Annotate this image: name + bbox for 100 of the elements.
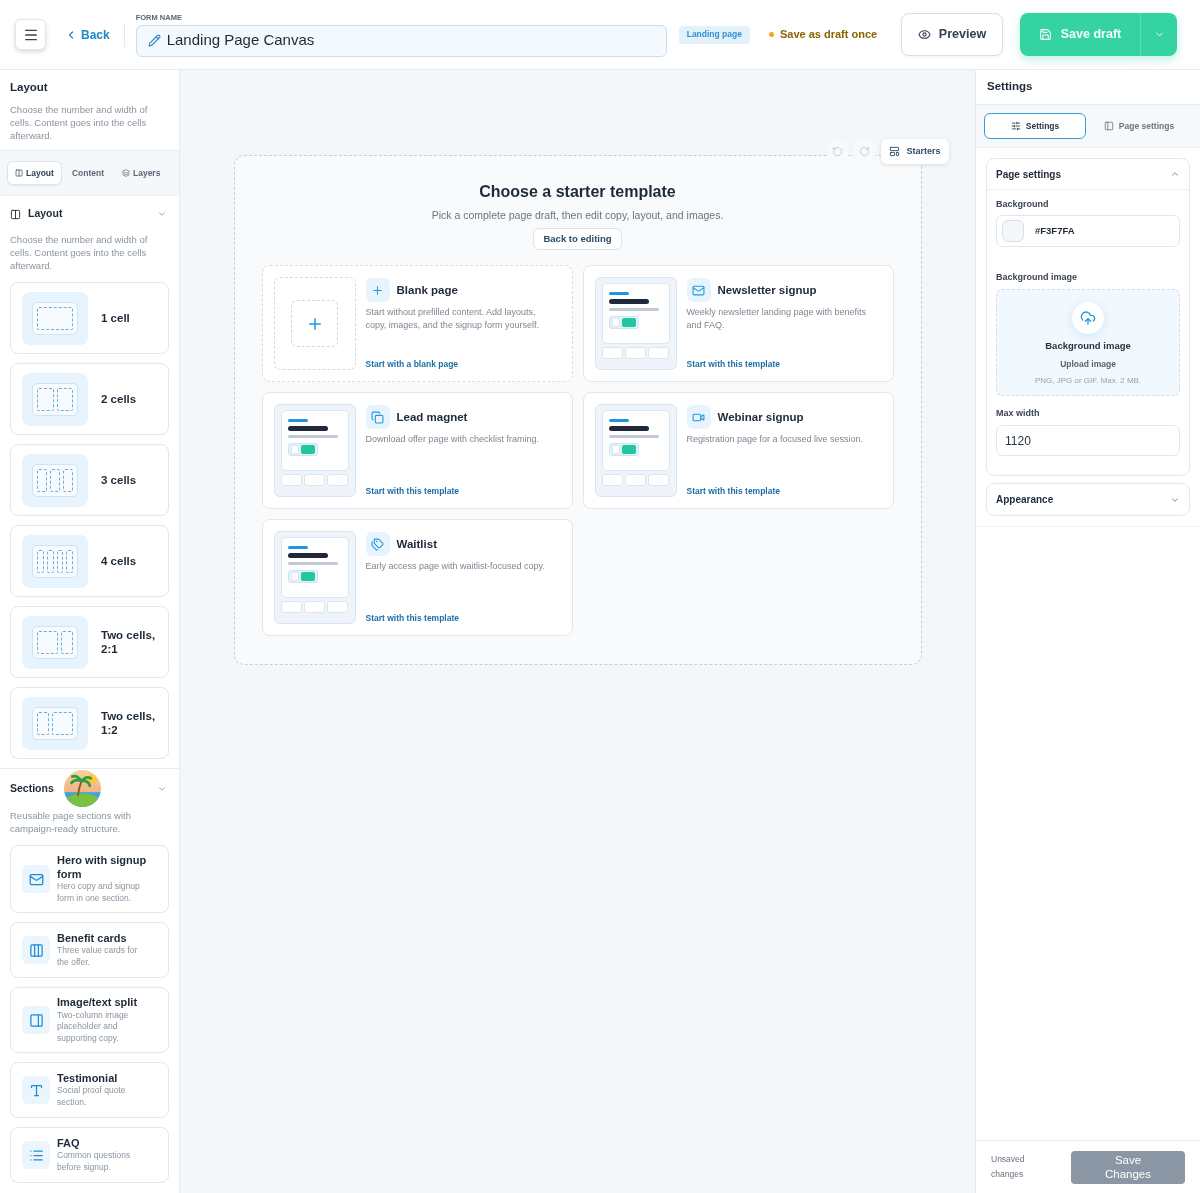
form-name-field[interactable]: Landing Page Canvas — [135, 24, 667, 57]
template-card[interactable]: Lead magnet Download offer page with checklist framing. Start with this template — [261, 392, 573, 509]
template-card[interactable]: Newsletter signup Weekly newsletter landing page with benefits and FAQ. Start with this template — [582, 265, 894, 382]
section-title: Image/text split — [57, 996, 139, 1010]
section-option-card[interactable]: Image/text split Two-column image placeholder and supporting copy. — [10, 987, 169, 1053]
menu-button[interactable] — [15, 19, 46, 50]
cloud-upload-icon — [1072, 302, 1104, 334]
cell-layout-drawing — [22, 453, 88, 507]
template-card[interactable]: Waitlist Early access page with waitlist-focused copy. Start with this template — [261, 519, 573, 636]
cell-layout-drawing — [22, 696, 88, 750]
section-title: FAQ — [57, 1136, 81, 1151]
undo-icon — [832, 146, 844, 157]
template-description: Early access page with waitlist-focused copy. — [365, 560, 546, 573]
field-label: Background image — [996, 271, 1079, 283]
image-upload-area[interactable]: Background image Upload image PNG, JPG or GIF. Max. 2 MB. — [996, 289, 1180, 396]
settings-card-title: Page settings — [996, 167, 1062, 182]
save-options-button[interactable] — [1140, 13, 1177, 56]
template-action-link[interactable]: Start with a blank page — [365, 358, 459, 370]
layout-option-card[interactable]: 1 cell — [10, 282, 169, 354]
sidebar-tab[interactable]: Layout — [7, 161, 62, 185]
layout-option-label: Two cells, 2:1 — [101, 628, 157, 656]
back-to-editing-button[interactable]: Back to editing — [533, 228, 622, 250]
split-panel-icon — [28, 1012, 44, 1028]
sidebar-tab[interactable]: Layers — [114, 161, 169, 185]
canvas-title: Choose a starter template — [479, 182, 676, 202]
layout-option-card[interactable]: 4 cells — [10, 525, 169, 597]
template-card[interactable]: Webinar signup Registration page for a focused live session. Start with this template — [582, 392, 894, 509]
list-icon — [28, 1147, 44, 1163]
chevron-down-icon[interactable] — [157, 209, 167, 219]
section-description: Social proof quote section. — [57, 1085, 127, 1109]
eye-icon — [917, 28, 931, 41]
panel-description: Choose the number and width of cells. Content goes into the cells afterward. — [10, 103, 149, 142]
layout-option-card[interactable]: Two cells, 1:2 — [10, 687, 169, 759]
color-swatch-icon — [1002, 220, 1024, 242]
upload-title: Background image — [1045, 340, 1131, 352]
section-option-card[interactable]: Testimonial Social proof quote section. — [10, 1062, 169, 1118]
group-title: Sections — [10, 781, 54, 797]
template-title: Lead magnet — [396, 409, 468, 425]
unsaved-status: Unsaved changes — [991, 1153, 1026, 1181]
template-description: Start without prefilled content. Add layouts, copy, images, and the signup form yourself. — [365, 306, 540, 332]
layout-option-label: 3 cells — [101, 473, 138, 487]
chevron-down-icon[interactable] — [157, 784, 167, 794]
draft-status: Save as draft once — [779, 27, 878, 43]
template-action-link[interactable]: Start with this template — [686, 485, 780, 497]
upload-hint: PNG, JPG or GIF. Max. 2 MB. — [1034, 375, 1142, 387]
panel-title: Layout — [10, 80, 49, 95]
panel-icon — [1103, 121, 1114, 131]
three-columns-icon — [28, 942, 44, 958]
group-title: Layout — [28, 206, 63, 222]
layout-option-card[interactable]: 2 cells — [10, 363, 169, 435]
starters-button[interactable]: Starters — [881, 139, 949, 164]
template-description: Download offer page with checklist framing. — [365, 433, 540, 446]
settings-card-title: Appearance — [996, 493, 1054, 507]
chevron-up-icon[interactable] — [1170, 169, 1180, 179]
color-field[interactable]: #F3F7FA — [996, 215, 1180, 247]
layout-option-card[interactable]: Two cells, 2:1 — [10, 606, 169, 678]
section-title: Hero with signup form — [57, 854, 148, 881]
section-description: Two-column image placeholder and supporting copy. — [57, 1009, 130, 1044]
envelope-icon — [692, 283, 705, 297]
template-description: Weekly newsletter landing page with benefits and FAQ. — [686, 306, 867, 332]
group-description: Reusable page sections with campaign-ready structure. — [10, 809, 132, 835]
panel-title: Settings — [987, 79, 1033, 95]
text-icon — [28, 1082, 44, 1098]
section-description: Hero copy and signup form in one section. — [57, 881, 141, 904]
upload-action[interactable]: Upload image — [1060, 358, 1116, 370]
group-description: Choose the number and width of cells. Content goes into the cells afterward. — [10, 233, 149, 272]
layout-option-card[interactable]: 3 cells — [10, 444, 169, 516]
back-link[interactable]: Back — [65, 25, 110, 44]
field-label: Background — [996, 198, 1050, 210]
template-title: Blank page — [396, 282, 458, 298]
field-label: Max width — [996, 407, 1041, 419]
cell-layout-drawing — [22, 615, 88, 669]
columns-icon — [10, 208, 21, 220]
template-card[interactable]: Blank page Start without prefilled content. Add layouts, copy, images, and the signup form yourself. Start with a blank page — [261, 265, 573, 382]
settings-tab[interactable]: Page settings — [1086, 113, 1192, 139]
settings-tab[interactable]: Settings — [984, 113, 1086, 139]
section-title: Benefit cards — [57, 931, 128, 946]
preview-button[interactable]: Preview — [901, 13, 1003, 56]
redo-icon — [859, 146, 871, 157]
section-option-card[interactable]: Hero with signup form Hero copy and signup form in one section. — [10, 845, 169, 913]
max-width-field[interactable]: 1120 — [996, 425, 1180, 456]
layout-option-label: Two cells, 1:2 — [101, 709, 157, 737]
template-action-link[interactable]: Start with this template — [365, 485, 459, 497]
columns-icon — [15, 169, 23, 177]
template-action-link[interactable]: Start with this template — [365, 612, 459, 624]
copy-icon — [371, 410, 384, 424]
layout-template-icon — [889, 146, 901, 157]
layout-option-label: 2 cells — [101, 392, 138, 406]
layout-option-label: 4 cells — [101, 554, 138, 568]
section-option-card[interactable]: Benefit cards Three value cards for the offer. — [10, 922, 169, 978]
save-icon — [1038, 28, 1052, 41]
section-option-card[interactable]: FAQ Common questions before signup. — [10, 1127, 169, 1183]
envelope-icon — [28, 871, 44, 887]
sidebar-tab[interactable]: Content — [63, 161, 112, 185]
page-type-badge: Landing page — [678, 25, 750, 44]
pencil-icon — [147, 34, 161, 47]
section-description: Three value cards for the offer. — [57, 945, 139, 969]
cell-layout-drawing — [22, 372, 88, 426]
tags-icon — [371, 537, 384, 551]
template-action-link[interactable]: Start with this template — [686, 358, 780, 370]
